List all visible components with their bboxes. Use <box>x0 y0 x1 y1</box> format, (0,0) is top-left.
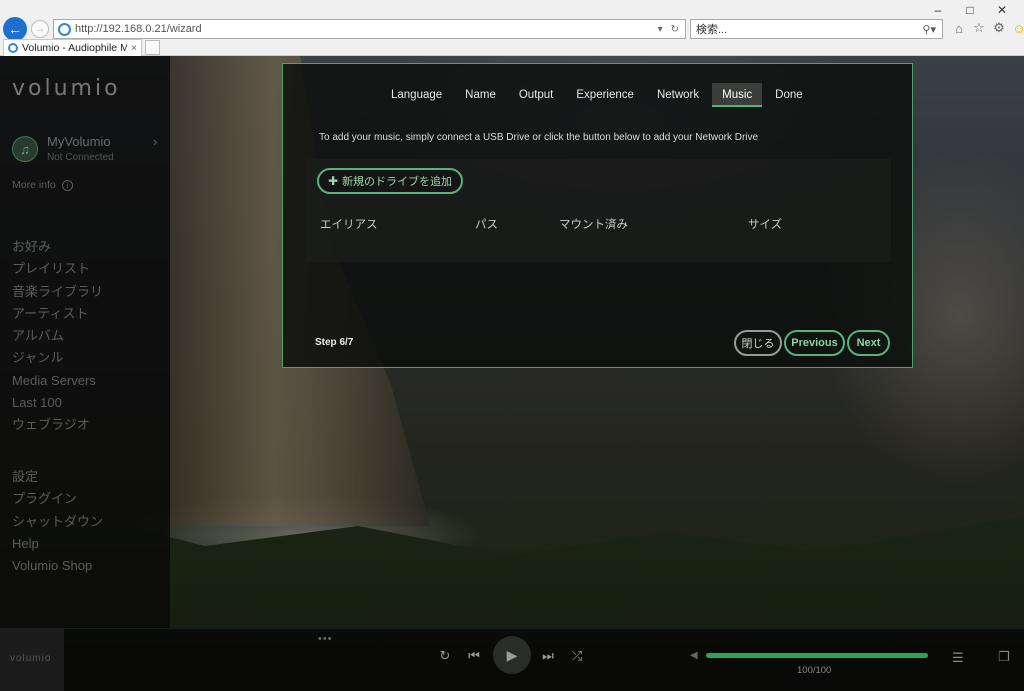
new-tab-button[interactable] <box>145 40 160 55</box>
device-status: Not Connected <box>47 152 114 163</box>
plus-icon: ✚ <box>328 174 339 188</box>
volume-slider-fill <box>706 653 928 658</box>
sidebar-item-settings[interactable]: 設定 <box>12 466 103 488</box>
smiley-icon[interactable]: ☺ <box>1012 20 1024 36</box>
dropdown-icon[interactable]: ▾ <box>658 24 663 35</box>
sidebar-item-playlists[interactable]: プレイリスト <box>12 258 103 280</box>
close-window-icon[interactable]: ✕ <box>986 2 1018 18</box>
info-icon[interactable]: i <box>61 179 73 191</box>
tab-output[interactable]: Output <box>509 83 564 107</box>
music-note-icon: ♫ <box>12 136 38 162</box>
step-counter: Step 6/7 <box>315 337 354 348</box>
search-input[interactable]: 検索... <box>696 21 922 37</box>
sidebar-item-help[interactable]: Help <box>12 533 103 555</box>
setup-wizard-modal: Language Name Output Experience Network … <box>282 63 913 368</box>
sidebar-item-media-servers[interactable]: Media Servers <box>12 370 103 392</box>
search-icon[interactable]: ⚲▾ <box>922 23 942 36</box>
player-bar: volumio ••• ↻ ⏮ ▶ ⏭ ⤮ ◀ 100/100 ☰ ❐ <box>0 628 1024 691</box>
more-options-icon[interactable]: ••• <box>318 633 333 645</box>
volume-slider[interactable] <box>706 653 928 658</box>
repeat-icon[interactable]: ↻ <box>436 648 454 664</box>
device-name[interactable]: MyVolumio <box>47 134 111 149</box>
sidebar-item-favourites[interactable]: お好み <box>12 236 103 258</box>
sidebar-item-music-library[interactable]: 音楽ライブラリ <box>12 281 103 303</box>
tab-done[interactable]: Done <box>765 83 813 107</box>
maximize-icon[interactable]: □ <box>954 2 986 18</box>
tab-name[interactable]: Name <box>455 83 506 107</box>
column-header-mounted: マウント済み <box>559 219 628 231</box>
more-info-link[interactable]: More info i <box>12 179 73 191</box>
copy-icon[interactable]: ❐ <box>998 649 1010 665</box>
search-box[interactable]: 検索... ⚲▾ <box>690 19 943 39</box>
sidebar-item-artists[interactable]: アーティスト <box>12 303 103 325</box>
window-controls: – □ ✕ <box>922 2 1018 18</box>
sidebar-item-volumio-shop[interactable]: Volumio Shop <box>12 555 103 577</box>
volume-readout: 100/100 <box>797 665 832 676</box>
volumio-logo[interactable]: volumio <box>12 76 121 101</box>
ie-page-icon <box>58 22 71 36</box>
sidebar-item-albums[interactable]: アルバム <box>12 325 103 347</box>
sidebar-item-plugins[interactable]: プラグイン <box>12 488 103 510</box>
wizard-instruction: To add your music, simply connect a USB … <box>319 132 759 143</box>
gear-icon[interactable]: ⚙ <box>992 20 1006 36</box>
close-button[interactable]: 閉じる <box>734 330 782 356</box>
chevron-right-icon[interactable]: › <box>153 134 157 149</box>
play-icon: ▶ <box>506 646 518 663</box>
back-button[interactable]: ← <box>3 17 27 41</box>
browser-chrome: – □ ✕ ← → http://192.168.0.21/wizard ▾ ↻… <box>0 0 1024 56</box>
column-header-path: パス <box>475 219 498 231</box>
play-button[interactable]: ▶ <box>493 636 531 674</box>
volumio-page: volumio ♫ MyVolumio Not Connected › More… <box>0 56 1024 691</box>
sidebar-item-last-100[interactable]: Last 100 <box>12 392 103 414</box>
ie-tab-icon <box>8 43 18 53</box>
refresh-icon[interactable]: ↻ <box>671 24 679 35</box>
sidebar: volumio ♫ MyVolumio Not Connected › More… <box>0 56 170 628</box>
browser-tab[interactable]: Volumio - Audiophile Musi... × <box>3 39 142 56</box>
minimize-icon[interactable]: – <box>922 2 954 18</box>
column-header-alias: エイリアス <box>320 219 378 231</box>
column-header-size: サイズ <box>748 219 783 231</box>
add-new-drive-button[interactable]: ✚ 新規のドライブを追加 <box>317 168 464 194</box>
wizard-steps: Language Name Output Experience Network … <box>381 83 816 107</box>
star-icon[interactable]: ☆ <box>972 20 986 36</box>
queue-icon[interactable]: ☰ <box>952 650 964 666</box>
add-new-drive-label: 新規のドライブを追加 <box>342 176 453 188</box>
sidebar-menu-browse: お好み プレイリスト 音楽ライブラリ アーティスト アルバム ジャンル Medi… <box>12 236 103 437</box>
tab-music[interactable]: Music <box>712 83 763 107</box>
sidebar-item-genres[interactable]: ジャンル <box>12 347 103 369</box>
url-text[interactable]: http://192.168.0.21/wizard <box>75 23 658 35</box>
previous-track-icon[interactable]: ⏮ <box>465 648 483 664</box>
next-button[interactable]: Next <box>847 330 890 356</box>
address-bar[interactable]: http://192.168.0.21/wizard ▾ ↻ <box>53 19 686 39</box>
home-icon[interactable]: ⌂ <box>952 20 966 36</box>
tab-experience[interactable]: Experience <box>566 83 644 107</box>
next-track-icon[interactable]: ⏭ <box>539 648 557 664</box>
network-drive-panel: ✚ 新規のドライブを追加 エイリアス パス マウント済み サイズ <box>306 159 891 262</box>
sidebar-menu-system: 設定 プラグイン シャットダウン Help Volumio Shop <box>12 466 103 577</box>
sidebar-item-web-radio[interactable]: ウェブラジオ <box>12 414 103 436</box>
volume-down-icon[interactable]: ◀ <box>690 650 698 661</box>
shuffle-icon[interactable]: ⤮ <box>568 648 586 664</box>
tab-network[interactable]: Network <box>647 83 709 107</box>
player-logo: volumio <box>10 653 52 664</box>
sidebar-item-shutdown[interactable]: シャットダウン <box>12 511 103 533</box>
tab-title: Volumio - Audiophile Musi... <box>22 42 127 54</box>
tab-language[interactable]: Language <box>381 83 452 107</box>
previous-button[interactable]: Previous <box>784 330 845 356</box>
forward-button[interactable]: → <box>31 20 49 38</box>
more-info-label[interactable]: More info <box>12 179 56 191</box>
tab-close-icon[interactable]: × <box>127 42 141 54</box>
